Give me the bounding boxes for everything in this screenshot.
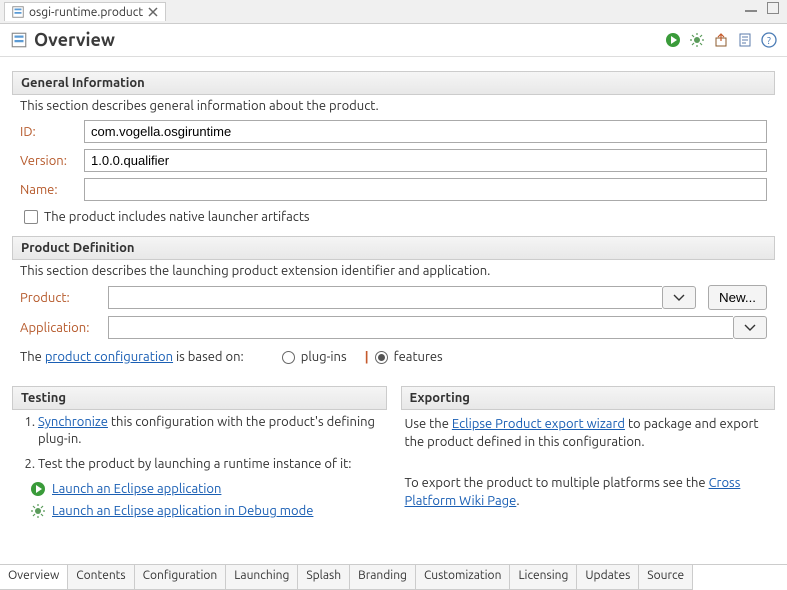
tab-customization[interactable]: Customization bbox=[416, 565, 510, 590]
bottom-tab-bar: Overview Contents Configuration Launchin… bbox=[0, 564, 787, 590]
tab-launching[interactable]: Launching bbox=[226, 565, 298, 590]
application-combo[interactable] bbox=[108, 316, 733, 339]
version-field[interactable] bbox=[84, 149, 767, 172]
run-icon bbox=[30, 481, 46, 497]
run-icon[interactable] bbox=[665, 32, 681, 48]
testing-step-1: Synchronize this configuration with the … bbox=[38, 414, 387, 448]
plugins-radio[interactable] bbox=[282, 351, 295, 364]
page-header: Overview ? bbox=[0, 24, 787, 57]
tab-overview[interactable]: Overview bbox=[0, 565, 68, 590]
product-file-icon bbox=[11, 5, 25, 19]
synchronize-link[interactable]: Synchronize bbox=[38, 415, 108, 429]
plugins-radio-label: plug-ins bbox=[301, 350, 347, 364]
name-field[interactable] bbox=[84, 178, 767, 201]
tab-updates[interactable]: Updates bbox=[577, 565, 639, 590]
launch-debug-link[interactable]: Launch an Eclipse application in Debug m… bbox=[52, 504, 313, 518]
svg-text:?: ? bbox=[767, 35, 771, 46]
config-text: The product configuration is based on: bbox=[20, 350, 244, 364]
chevron-down-icon bbox=[673, 294, 685, 302]
tab-source[interactable]: Source bbox=[639, 565, 693, 590]
new-product-button[interactable]: New... bbox=[708, 285, 767, 310]
native-launcher-checkbox[interactable] bbox=[24, 210, 38, 224]
native-launcher-label: The product includes native launcher art… bbox=[44, 210, 310, 224]
editor-tab[interactable]: osgi-runtime.product bbox=[4, 2, 166, 21]
debug-icon[interactable] bbox=[689, 32, 705, 48]
product-file-icon bbox=[10, 31, 28, 49]
tab-configuration[interactable]: Configuration bbox=[135, 565, 227, 590]
tab-licensing[interactable]: Licensing bbox=[510, 565, 577, 590]
help-icon[interactable]: ? bbox=[761, 32, 777, 48]
tab-branding[interactable]: Branding bbox=[350, 565, 416, 590]
minimize-icon[interactable] bbox=[745, 6, 757, 12]
editor-tab-bar: osgi-runtime.product bbox=[0, 0, 787, 24]
editor-tab-title: osgi-runtime.product bbox=[29, 6, 143, 19]
launch-run-link[interactable]: Launch an Eclipse application bbox=[52, 482, 221, 496]
name-label: Name: bbox=[20, 183, 78, 197]
section-testing-header: Testing bbox=[12, 386, 387, 410]
product-combo[interactable] bbox=[108, 286, 662, 309]
tab-contents[interactable]: Contents bbox=[68, 565, 134, 590]
section-general-header: General Information bbox=[12, 71, 775, 95]
product-label: Product: bbox=[20, 291, 102, 305]
id-field[interactable] bbox=[84, 120, 767, 143]
product-configuration-link[interactable]: product configuration bbox=[45, 350, 173, 364]
validate-icon[interactable] bbox=[737, 32, 753, 48]
version-label: Version: bbox=[20, 154, 78, 168]
toolbar: ? bbox=[665, 32, 777, 48]
tab-splash[interactable]: Splash bbox=[298, 565, 350, 590]
section-exporting-header: Exporting bbox=[401, 386, 776, 410]
page-title: Overview bbox=[34, 30, 115, 50]
export-icon[interactable] bbox=[713, 32, 729, 48]
content-area: General Information This section describ… bbox=[0, 57, 787, 557]
export-wizard-link[interactable]: Eclipse Product export wizard bbox=[452, 417, 625, 431]
maximize-icon[interactable] bbox=[767, 2, 779, 14]
features-radio[interactable] bbox=[375, 351, 388, 364]
features-radio-label: features bbox=[394, 350, 443, 364]
debug-icon bbox=[30, 503, 46, 519]
id-label: ID: bbox=[20, 125, 78, 139]
section-productdef-header: Product Definition bbox=[12, 236, 775, 260]
product-dropdown-button[interactable] bbox=[662, 286, 696, 309]
close-icon[interactable] bbox=[147, 6, 159, 18]
section-productdef-desc: This section describes the launching pro… bbox=[12, 260, 775, 282]
section-general-desc: This section describes general informati… bbox=[12, 95, 775, 117]
application-label: Application: bbox=[20, 321, 102, 335]
window-controls bbox=[745, 2, 779, 14]
testing-step-2: Test the product by launching a runtime … bbox=[38, 456, 387, 473]
chevron-down-icon bbox=[744, 324, 756, 332]
application-dropdown-button[interactable] bbox=[733, 316, 767, 339]
